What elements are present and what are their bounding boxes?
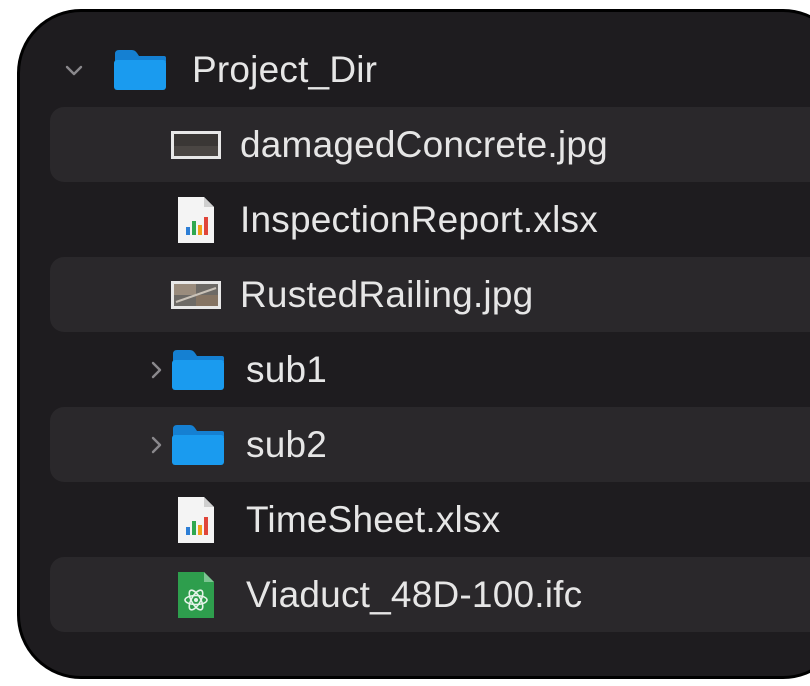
spreadsheet-file-icon [178, 196, 214, 243]
file-label: TimeSheet.xlsx [246, 498, 501, 540]
image-file-icon [171, 280, 221, 309]
chevron-right-icon[interactable] [146, 435, 166, 455]
folder-icon [172, 349, 224, 390]
file-row[interactable]: TimeSheet.xlsx [50, 482, 810, 557]
file-label: RustedRailing.jpg [240, 273, 534, 315]
file-row[interactable]: Viaduct_48D-100.ifc [50, 557, 810, 632]
file-label: damagedConcrete.jpg [240, 123, 608, 165]
spreadsheet-file-icon [178, 496, 214, 543]
folder-label: sub2 [246, 423, 328, 465]
folder-label: sub1 [246, 348, 328, 390]
folder-row-project-dir[interactable]: Project_Dir [50, 32, 810, 107]
folder-icon [172, 424, 224, 465]
chevron-down-icon[interactable] [64, 60, 84, 80]
file-label: InspectionReport.xlsx [240, 198, 598, 240]
finder-list-window: Project_Dir damagedConcrete.jpg Inspecti… [17, 9, 810, 679]
file-row[interactable]: RustedRailing.jpg [50, 257, 810, 332]
ifc-file-icon [178, 571, 214, 618]
chevron-right-icon[interactable] [146, 360, 166, 380]
folder-label: Project_Dir [192, 48, 378, 90]
folder-icon [114, 49, 166, 90]
folder-row-sub1[interactable]: sub1 [50, 332, 810, 407]
file-row[interactable]: InspectionReport.xlsx [50, 182, 810, 257]
image-file-icon [171, 130, 221, 159]
file-label: Viaduct_48D-100.ifc [246, 573, 583, 615]
file-row[interactable]: damagedConcrete.jpg [50, 107, 810, 182]
folder-row-sub2[interactable]: sub2 [50, 407, 810, 482]
